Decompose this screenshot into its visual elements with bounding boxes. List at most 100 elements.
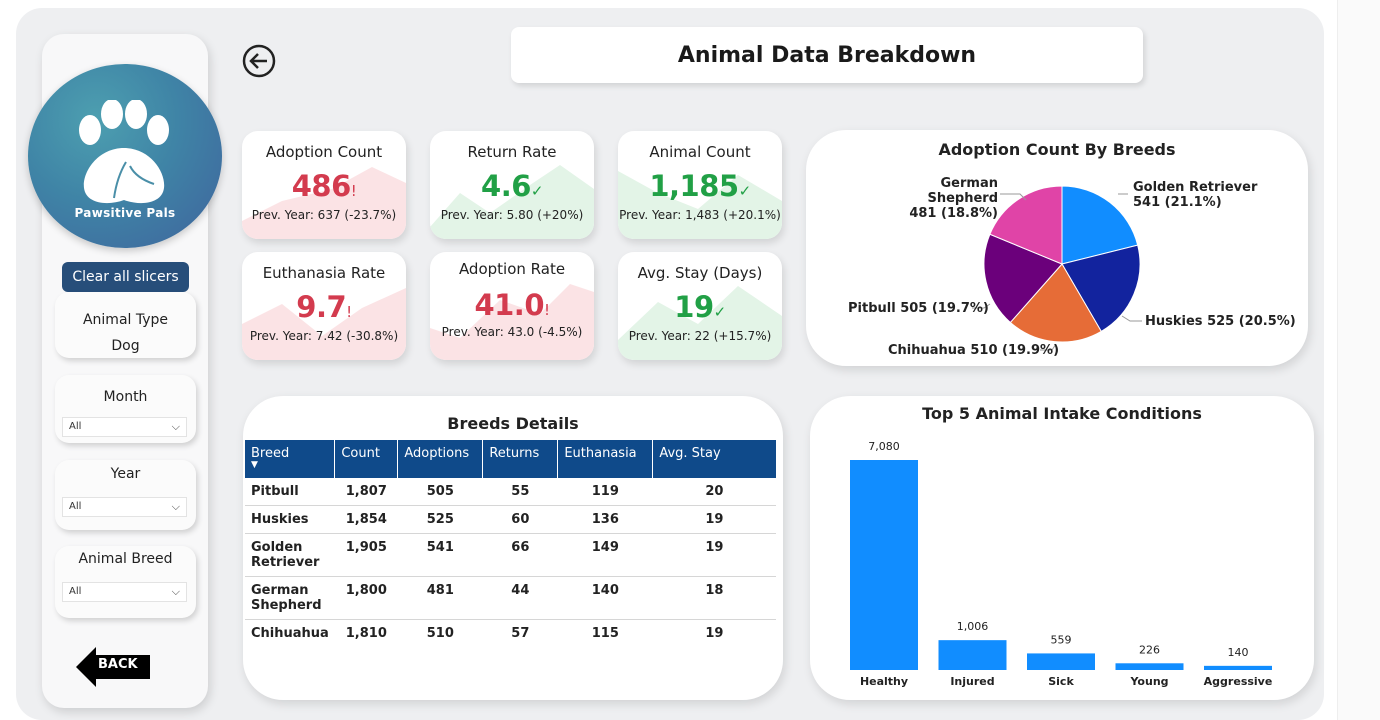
back-circle-arrow-icon[interactable] (242, 44, 276, 78)
bar-value-label: 559 (1051, 633, 1072, 646)
pie-label-german-shepherd: German Shepherd 481 (18.8%) (909, 176, 998, 221)
kpi-value: 486! (291, 169, 357, 203)
animal-type-slicer[interactable]: Animal Type Dog (55, 292, 196, 358)
cell-avg-stay: 19 (652, 533, 776, 577)
table-row[interactable]: German Shepherd 1,800 481 44 140 18 (245, 576, 776, 620)
bar-category-label: Young (1129, 675, 1168, 688)
logo-text: Pawsitive Pals (74, 206, 176, 220)
kpi-value: 9.7! (296, 290, 352, 324)
bar-value-label: 140 (1228, 646, 1249, 659)
kpi-title: Adoption Count (265, 143, 383, 161)
cell-euthanasia: 149 (557, 533, 653, 577)
cell-adoptions: 510 (426, 626, 454, 641)
cell-adoptions: 481 (397, 576, 483, 620)
bar-category-label: Aggressive (1204, 675, 1273, 688)
bar-sick[interactable] (1027, 653, 1095, 670)
kpi-value: 1,185✓ (649, 169, 752, 203)
cell-adoptions: 505 (397, 478, 483, 506)
year-dropdown-value: All (69, 501, 82, 512)
sort-down-icon: ▼ (251, 460, 258, 470)
kpi-title: Adoption Rate (458, 260, 566, 278)
table-row[interactable]: Pitbull 1,807 505 55 119 20 (245, 478, 776, 506)
kpi-title: Avg. Stay (Days) (637, 264, 763, 282)
month-title: Month (103, 389, 148, 405)
column-header-count[interactable]: Count (334, 440, 399, 478)
pie-chart-title: Adoption Count By Breeds (938, 140, 1176, 159)
cell-count: 1,807 (334, 478, 398, 506)
cell-avg-stay: 20 (652, 478, 776, 506)
bar-category-label: Injured (950, 675, 994, 688)
kpi-prev-year: Prev. Year: 1,483 (+20.1%) (619, 208, 781, 222)
kpi-avg-stay: Avg. Stay (Days) 19✓ Prev. Year: 22 (+15… (618, 252, 782, 360)
column-header-euthanasia[interactable]: Euthanasia (557, 440, 654, 478)
pie-label-huskies: Huskies 525 (20.5%) (1145, 314, 1296, 329)
kpi-value: 19✓ (674, 290, 727, 324)
cell-avg-stay: 19 (705, 626, 724, 641)
cell-euthanasia: 136 (557, 505, 653, 534)
cell-breed: German Shepherd (245, 576, 335, 620)
cell-euthanasia: 115 (591, 626, 619, 641)
column-header-breed[interactable]: Breed ▼ (245, 440, 336, 478)
kpi-title: Euthanasia Rate (262, 264, 386, 282)
column-header-returns[interactable]: Returns (482, 440, 559, 478)
pie-label-pitbull: Pitbull 505 (19.7%) (848, 301, 989, 316)
cell-returns: 57 (511, 626, 530, 641)
check-icon: ✓ (530, 182, 544, 200)
table-header-row: Breed ▼ Count Adoptions Returns Euthanasi… (245, 440, 776, 478)
scroll-strip (1337, 0, 1380, 720)
kpi-prev-year: Prev. Year: 43.0 (-4.5%) (441, 325, 583, 339)
cell-returns: 55 (482, 478, 558, 506)
year-dropdown[interactable]: All ⌵ (62, 497, 187, 517)
animal-type-title: Animal Type (82, 312, 169, 328)
table-row[interactable]: Chihuahua 1,810 510 57 115 19 (245, 620, 776, 648)
bar-young[interactable] (1115, 663, 1184, 670)
kpi-prev-year: Prev. Year: 7.42 (-30.8%) (249, 329, 399, 343)
check-icon: ✓ (738, 182, 752, 200)
kpi-prev-year: Prev. Year: 5.80 (+20%) (440, 208, 584, 222)
kpi-animal-count: Animal Count 1,185✓ Prev. Year: 1,483 (+… (618, 131, 782, 239)
pie-label-golden-retriever: Golden Retriever 541 (21.1%) (1133, 180, 1258, 210)
cell-euthanasia: 119 (557, 478, 653, 506)
month-slicer: Month All ⌵ (55, 375, 196, 443)
chevron-down-icon: ⌵ (171, 585, 180, 598)
kpi-prev-year: Prev. Year: 22 (+15.7%) (628, 329, 772, 343)
back-button-label: BACK (98, 657, 138, 672)
table-row[interactable]: Golden Retriever 1,905 541 66 149 19 (245, 533, 776, 577)
kpi-prev-year: Prev. Year: 637 (-23.7%) (251, 208, 397, 222)
bar-value-label: 1,006 (957, 620, 989, 633)
breeds-table: Breed ▼ Count Adoptions Returns Euthanasi… (245, 440, 776, 647)
chevron-down-icon: ⌵ (171, 500, 180, 513)
cell-breed: Chihuahua (251, 626, 329, 641)
paw-icon (79, 100, 169, 204)
chevron-down-icon: ⌵ (171, 420, 180, 433)
bar-healthy[interactable] (850, 460, 918, 670)
table-row[interactable]: Huskies 1,854 525 60 136 19 (245, 505, 776, 534)
back-button[interactable]: BACK (72, 643, 152, 691)
kpi-adoption-rate: Adoption Rate 41.0! Prev. Year: 43.0 (-4… (430, 252, 594, 360)
kpi-title: Animal Count (649, 143, 751, 161)
column-header-adoptions[interactable]: Adoptions (397, 440, 484, 478)
cell-returns: 60 (482, 505, 558, 534)
year-slicer: Year All ⌵ (55, 460, 196, 530)
animal-breed-dropdown-value: All (69, 586, 82, 597)
pie-label-chihuahua: Chihuahua 510 (19.9%) (888, 343, 1060, 358)
bar-injured[interactable] (938, 640, 1007, 670)
cell-returns: 66 (482, 533, 558, 577)
cell-count: 1,810 (345, 626, 387, 641)
column-header-avg-stay[interactable]: Avg. Stay (652, 440, 776, 478)
animal-type-value[interactable]: Dog (55, 338, 196, 354)
clear-all-slicers-button[interactable]: Clear all slicers (62, 262, 189, 292)
bar-aggressive[interactable] (1204, 665, 1272, 670)
cell-avg-stay: 18 (652, 576, 776, 620)
animal-breed-dropdown[interactable]: All ⌵ (62, 582, 187, 602)
month-dropdown[interactable]: All ⌵ (62, 417, 187, 437)
check-icon: ✓ (713, 303, 727, 321)
cell-count: 1,800 (334, 576, 398, 620)
kpi-value: 4.6✓ (481, 169, 544, 203)
month-dropdown-value: All (69, 421, 82, 432)
bar-chart-title: Top 5 Animal Intake Conditions (922, 404, 1202, 423)
warning-icon: ! (346, 303, 352, 321)
intake-bar-chart: 7,080 Healthy 1,006 Injured 559 Sick 226 Young 1… (850, 440, 1273, 688)
animal-breed-slicer: Animal Breed All ⌵ (55, 546, 196, 618)
pawsitive-pals-logo: Pawsitive Pals (28, 64, 222, 248)
